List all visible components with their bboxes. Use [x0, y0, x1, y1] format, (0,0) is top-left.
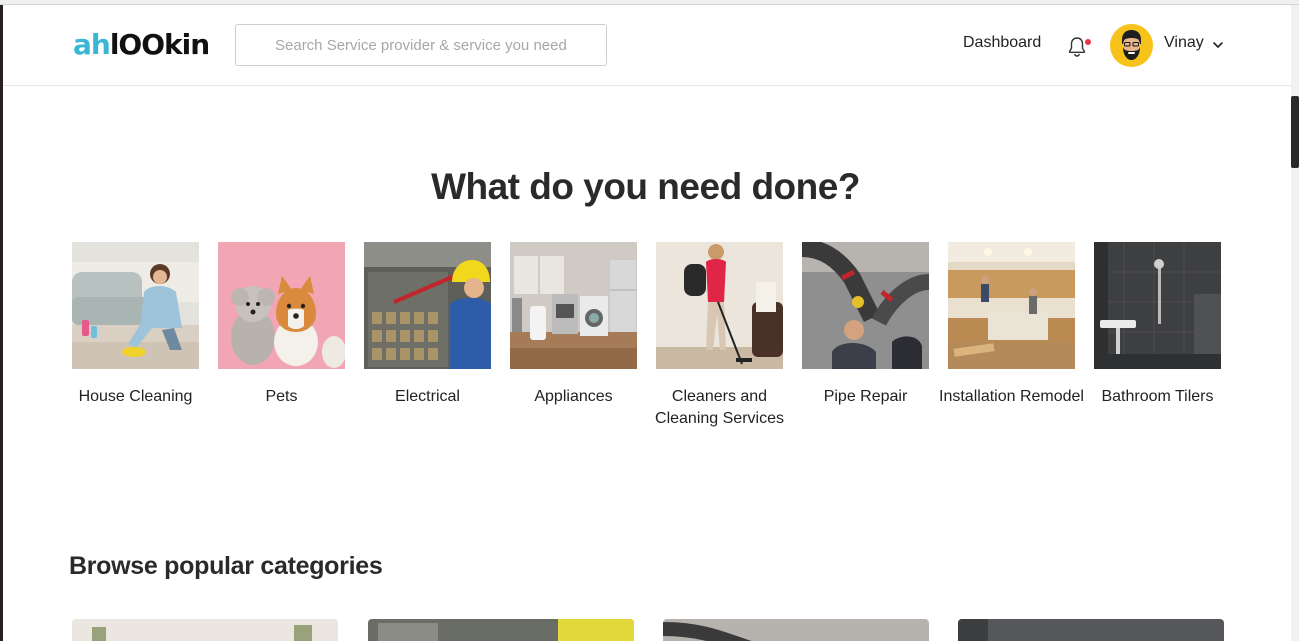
cleaners-image: [656, 242, 783, 369]
popular-category-card[interactable]: [72, 619, 338, 641]
category-pipe-repair[interactable]: Pipe Repair: [802, 242, 929, 408]
popular-categories-title: Browse popular categories: [69, 552, 383, 580]
installation-image: [948, 242, 1075, 369]
nav-dashboard-link[interactable]: Dashboard: [963, 34, 1041, 52]
electrical-image: [364, 242, 491, 369]
appliances-image: [510, 242, 637, 369]
logo-part-ah: ah: [73, 28, 111, 61]
category-cleaners[interactable]: Cleaners and Cleaning Services: [655, 242, 784, 430]
category-installation[interactable]: Installation Remodel: [939, 242, 1084, 408]
notification-dot: [1085, 39, 1091, 45]
category-label: House Cleaning: [78, 388, 193, 405]
logo-part-lookin: lOOkin: [109, 28, 210, 61]
search-box[interactable]: [235, 24, 607, 66]
category-house-cleaning[interactable]: House Cleaning: [72, 242, 199, 408]
category-label: Electrical: [395, 388, 460, 405]
window-edge: [0, 0, 3, 641]
hero-title: What do you need done?: [431, 166, 860, 207]
popular-category-card[interactable]: [663, 619, 929, 641]
category-appliances[interactable]: Appliances: [510, 242, 637, 408]
avatar-face-icon: [1122, 30, 1141, 60]
category-label: Bathroom Tilers: [1101, 388, 1214, 405]
avatar[interactable]: [1110, 24, 1153, 67]
house-cleaning-image: [72, 242, 199, 369]
pets-image: [218, 242, 345, 369]
user-name[interactable]: Vinay: [1164, 34, 1204, 52]
popular-card-image: [368, 619, 634, 641]
site-logo[interactable]: ahlOOkin: [73, 25, 210, 65]
popular-card-image: [958, 619, 1224, 641]
popular-category-card[interactable]: [958, 619, 1224, 641]
category-bathroom-tilers[interactable]: Bathroom Tilers: [1094, 242, 1221, 408]
category-label: Pets: [265, 388, 298, 405]
popular-card-image: [663, 619, 929, 641]
category-label: Cleaners and Cleaning Services: [655, 388, 784, 427]
site-header: ahlOOkin Dashboard Vinay: [3, 5, 1291, 86]
chevron-down-icon[interactable]: [1211, 40, 1225, 50]
category-label: Pipe Repair: [823, 388, 908, 405]
popular-card-image: [72, 619, 338, 641]
bathroom-image: [1094, 242, 1221, 369]
category-pets[interactable]: Pets: [218, 242, 345, 408]
search-input[interactable]: [236, 25, 606, 65]
category-label: Appliances: [534, 388, 613, 405]
popular-category-card[interactable]: [368, 619, 634, 641]
category-electrical[interactable]: Electrical: [364, 242, 491, 408]
category-label: Installation Remodel: [939, 388, 1084, 405]
pipe-repair-image: [802, 242, 929, 369]
scrollbar-thumb[interactable]: [1291, 96, 1299, 168]
